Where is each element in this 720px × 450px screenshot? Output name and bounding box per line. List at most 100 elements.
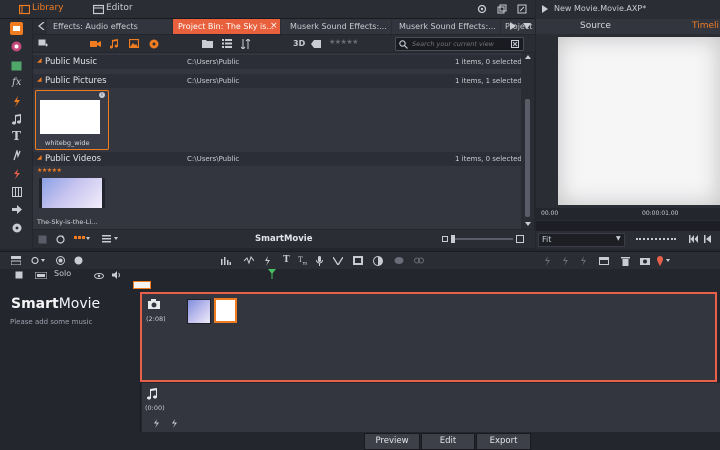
info-icon[interactable]: i bbox=[99, 92, 105, 98]
timeline-ruler[interactable] bbox=[133, 281, 720, 289]
snapshot-icon[interactable] bbox=[639, 255, 651, 266]
video-filter-icon[interactable] bbox=[89, 38, 101, 49]
split-icon[interactable] bbox=[10, 167, 23, 180]
section-public-videos[interactable]: ◢ Public Videos C:\Users\Public 1 items,… bbox=[33, 152, 522, 166]
section-public-music[interactable]: ◢ Public Music C:\Users\Public 1 items, … bbox=[33, 55, 522, 69]
section-public-pictures[interactable]: ◢ Public Pictures C:\Users\Public 1 item… bbox=[33, 74, 522, 88]
title-icon[interactable]: T bbox=[12, 129, 21, 143]
fx-icon[interactable]: fx bbox=[12, 77, 21, 88]
text-tool-icon[interactable]: T bbox=[283, 255, 290, 265]
source-tab[interactable]: Source bbox=[580, 21, 611, 31]
solo-label[interactable]: Solo bbox=[54, 269, 71, 278]
fit-dropdown[interactable]: Fit ▼ bbox=[538, 233, 625, 247]
transition-icon[interactable] bbox=[10, 95, 23, 108]
track-type-icon[interactable] bbox=[34, 270, 48, 280]
title-tool-icon[interactable]: Tm bbox=[298, 256, 307, 266]
link-icon[interactable] bbox=[413, 255, 425, 266]
microphone-icon[interactable] bbox=[314, 255, 324, 266]
search-box[interactable] bbox=[395, 37, 524, 51]
delete-icon[interactable] bbox=[619, 255, 631, 266]
track-lock-icon[interactable] bbox=[14, 270, 24, 280]
keyframe-icon[interactable] bbox=[332, 255, 344, 266]
mask-icon[interactable] bbox=[393, 255, 405, 266]
picture-item[interactable]: i whitebg_wide bbox=[35, 90, 109, 150]
razor-icon[interactable] bbox=[262, 255, 272, 266]
marker-icon[interactable] bbox=[72, 255, 84, 266]
player-scrub-bar[interactable] bbox=[536, 221, 720, 231]
section-expand-icon[interactable]: ◢ bbox=[37, 76, 42, 83]
audio-edit-icon[interactable] bbox=[243, 255, 255, 266]
piano-icon[interactable] bbox=[10, 185, 23, 198]
expand-icon[interactable] bbox=[516, 3, 528, 15]
video-item[interactable]: ★★★★★ The-Sky-is-the-Li... bbox=[35, 167, 115, 227]
details-view-icon[interactable] bbox=[101, 234, 119, 244]
photo-track[interactable]: (2:08) bbox=[140, 292, 717, 382]
jog-wheel[interactable] bbox=[636, 238, 676, 242]
section-expand-icon[interactable]: ◢ bbox=[37, 154, 42, 161]
sound-effect-icon[interactable] bbox=[10, 149, 23, 162]
thumbnail-view-icon[interactable] bbox=[73, 234, 91, 244]
clear-search-icon[interactable] bbox=[510, 39, 520, 49]
player-menu-icon[interactable] bbox=[540, 3, 550, 15]
disc-icon[interactable] bbox=[10, 221, 23, 234]
project-filter-icon[interactable] bbox=[148, 38, 160, 49]
restore-icon[interactable] bbox=[496, 3, 508, 15]
go-to-start-icon[interactable] bbox=[688, 234, 698, 244]
music-track[interactable]: (0:00) bbox=[142, 383, 720, 432]
playhead-marker[interactable] bbox=[268, 269, 276, 279]
split-all-icon[interactable] bbox=[560, 255, 570, 266]
tab-project-bin[interactable]: Project Bin: The Sky is... × bbox=[173, 19, 280, 34]
scroll-up-icon[interactable] bbox=[525, 55, 531, 59]
sort-icon[interactable] bbox=[240, 38, 254, 49]
edit-button[interactable]: Edit bbox=[421, 433, 475, 450]
overlay-icon[interactable] bbox=[598, 255, 610, 266]
zoom-slider[interactable] bbox=[451, 235, 513, 243]
ruler-position-marker[interactable] bbox=[133, 281, 151, 289]
tab-effects[interactable]: Effects: Audio effects bbox=[47, 19, 172, 34]
trim-icon[interactable] bbox=[578, 255, 588, 266]
audio-mixer-icon[interactable] bbox=[220, 255, 232, 266]
tab-close-icon[interactable]: × bbox=[270, 21, 278, 31]
list-view-icon[interactable] bbox=[221, 38, 233, 49]
sync-icon[interactable] bbox=[55, 234, 65, 244]
tab-muserk-1[interactable]: Muserk Sound Effects:... bbox=[281, 19, 391, 34]
color-icon[interactable] bbox=[352, 255, 364, 266]
photo-clip-1[interactable] bbox=[187, 299, 211, 324]
export-button[interactable]: Export bbox=[476, 433, 531, 450]
music-trim-icon[interactable] bbox=[169, 418, 179, 428]
record-icon[interactable] bbox=[54, 255, 66, 266]
visibility-icon[interactable] bbox=[93, 271, 105, 280]
marker-dropdown-icon[interactable] bbox=[656, 255, 672, 266]
preview-button[interactable]: Preview bbox=[364, 433, 420, 450]
settings-icon[interactable] bbox=[476, 3, 488, 15]
scroll-down-icon[interactable] bbox=[525, 222, 531, 226]
arrow-right-icon[interactable] bbox=[10, 203, 23, 216]
music-filter-icon[interactable] bbox=[108, 38, 120, 49]
tab-forward-icon[interactable] bbox=[508, 20, 518, 32]
smartmovie-button[interactable]: SmartMovie bbox=[255, 234, 313, 244]
tag-icon[interactable] bbox=[310, 38, 322, 49]
track-options-icon[interactable] bbox=[30, 255, 46, 266]
rating-filter[interactable]: ★★★★★ bbox=[329, 38, 358, 46]
storage-icon[interactable] bbox=[37, 234, 47, 244]
music-icon[interactable] bbox=[10, 113, 23, 126]
section-expand-icon[interactable]: ◢ bbox=[37, 57, 42, 64]
globe-icon[interactable] bbox=[10, 40, 23, 53]
three-d-filter[interactable]: 3D bbox=[293, 39, 305, 48]
editor-tab[interactable]: Editor bbox=[106, 3, 133, 13]
split-clip-icon[interactable] bbox=[542, 255, 552, 266]
contrast-icon[interactable] bbox=[372, 255, 384, 266]
search-input[interactable] bbox=[412, 38, 504, 50]
tab-muserk-2[interactable]: Muserk Sound Effects:... bbox=[392, 19, 500, 34]
folder-icon[interactable] bbox=[201, 38, 213, 49]
library-scrollbar[interactable] bbox=[521, 53, 534, 229]
media-icon[interactable] bbox=[10, 59, 23, 72]
scroll-thumb[interactable] bbox=[525, 99, 530, 217]
timeline-tab[interactable]: Timeli bbox=[692, 21, 719, 31]
photo-filter-icon[interactable] bbox=[128, 38, 140, 49]
volume-icon[interactable] bbox=[111, 270, 123, 280]
music-split-icon[interactable] bbox=[151, 418, 161, 428]
add-to-bin-icon[interactable] bbox=[37, 38, 49, 49]
storyboard-icon[interactable] bbox=[10, 255, 22, 266]
photo-clip-2[interactable] bbox=[214, 298, 237, 323]
